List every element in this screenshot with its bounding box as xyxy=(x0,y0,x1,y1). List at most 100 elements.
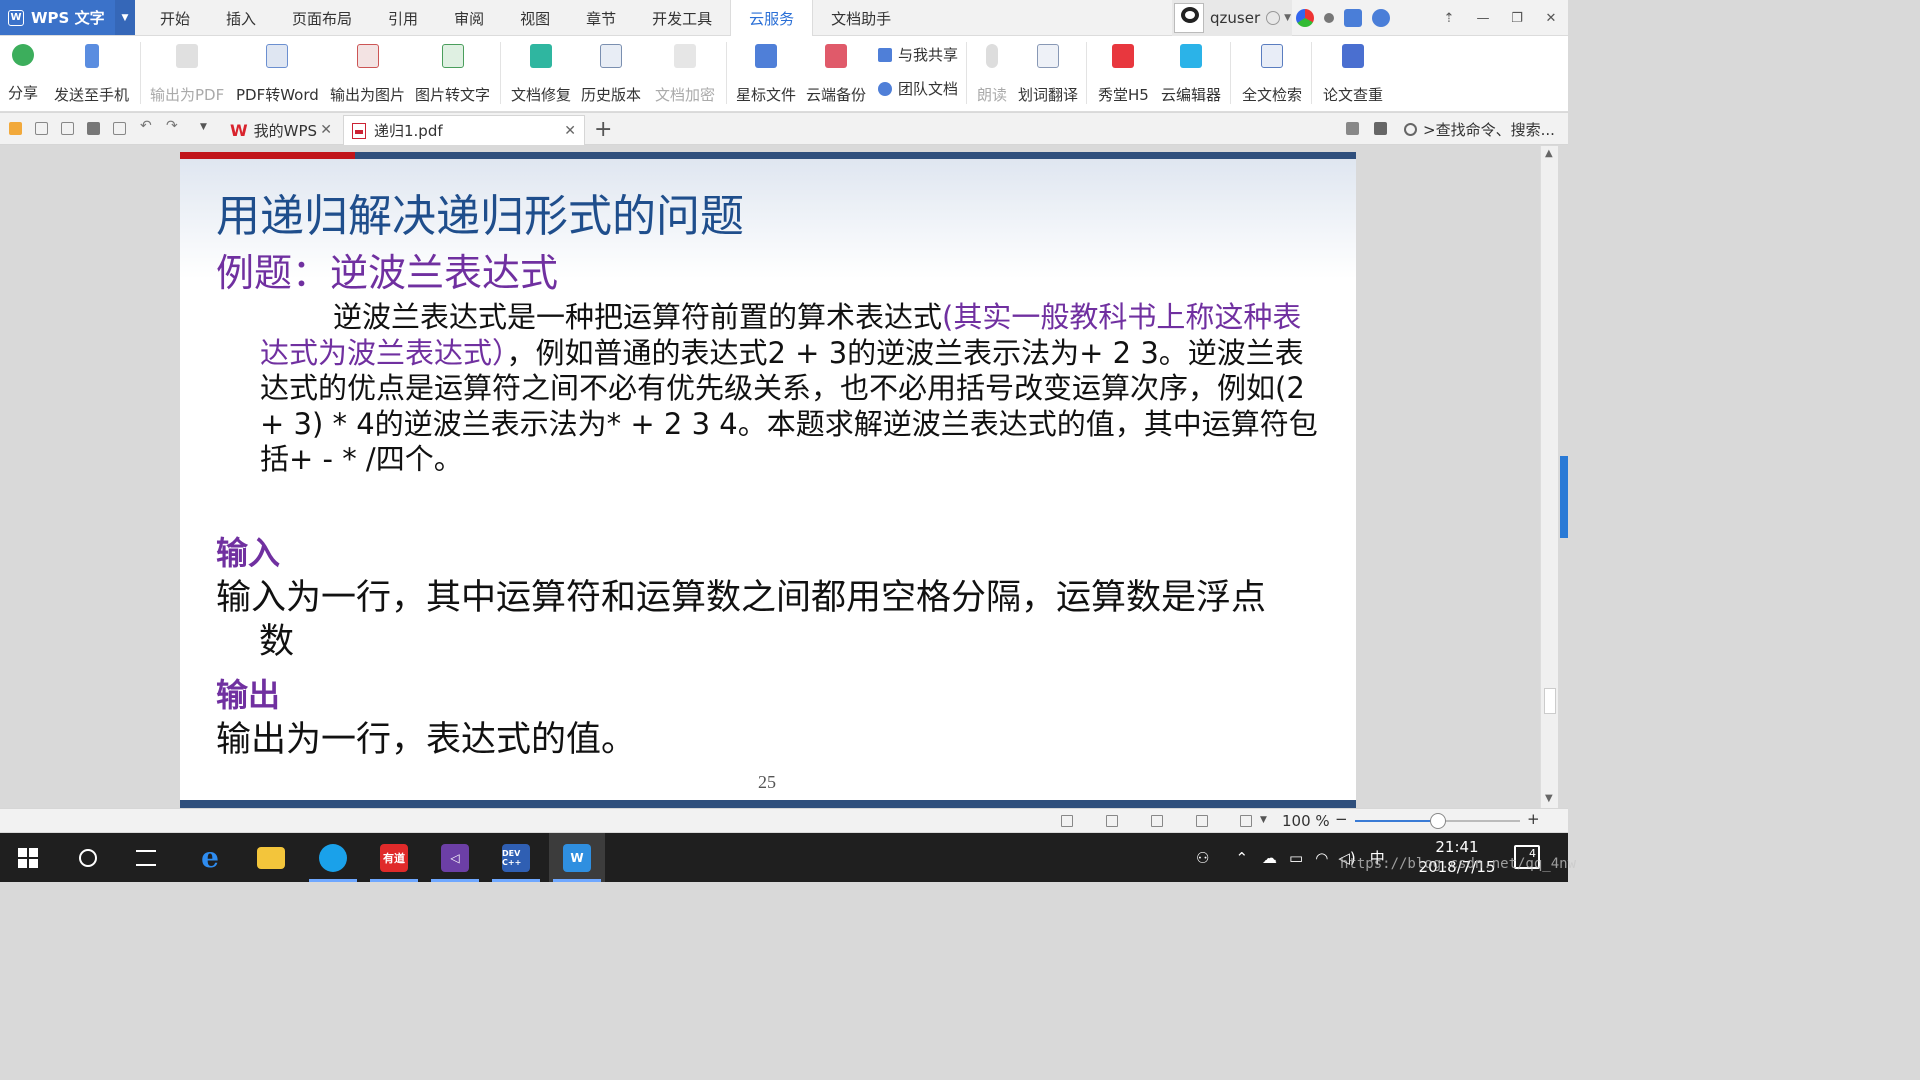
save-icon[interactable] xyxy=(35,122,48,135)
tab-review[interactable]: 审阅 xyxy=(436,0,502,36)
scroll-down-icon[interactable]: ▼ xyxy=(1545,793,1553,804)
edge-button[interactable]: e xyxy=(182,833,238,882)
share-button[interactable]: 分享 xyxy=(8,42,38,106)
open-folder-icon[interactable] xyxy=(9,122,22,135)
command-search[interactable]: >查找命令、搜索... xyxy=(1404,119,1555,140)
message-icon[interactable] xyxy=(1374,122,1387,135)
slide-header-bar xyxy=(355,152,1356,159)
chevron-down-icon[interactable]: ▼ xyxy=(1260,815,1267,825)
slide-subtitle: 例题：逆波兰表达式 xyxy=(216,251,559,295)
chevron-down-icon[interactable]: ▼ xyxy=(115,0,135,35)
restore-icon[interactable]: ❐ xyxy=(1500,0,1534,36)
task-view-button[interactable] xyxy=(118,833,174,882)
input-description: 输入为一行，其中运算符和运算数之间都用空格分隔，运算数是浮点 数 xyxy=(216,576,1306,664)
help-icon[interactable] xyxy=(1372,9,1390,27)
zoom-slider[interactable] xyxy=(1355,813,1520,829)
view-mode-icon[interactable] xyxy=(1240,815,1252,827)
wps-app-menu-button[interactable]: W WPS 文字 ▼ xyxy=(0,0,135,35)
tab-insert[interactable]: 插入 xyxy=(208,0,274,36)
windows-taskbar: e 有道 ◁ DEV C++ W ⚇ ⌃ ☁ ▭ ◠ ◁) 中 21:41 20… xyxy=(0,833,1568,882)
single-page-icon[interactable] xyxy=(1106,815,1118,827)
redo-icon[interactable]: ↷ xyxy=(166,118,178,134)
youdao-button[interactable]: 有道 xyxy=(366,833,422,882)
share-with-me-button[interactable]: 与我共享 xyxy=(878,44,958,65)
settings-icon[interactable] xyxy=(1324,13,1334,23)
wifi-icon[interactable]: ◠ xyxy=(1315,849,1328,867)
avatar[interactable] xyxy=(1174,3,1204,33)
pdf-file-icon xyxy=(352,122,366,139)
onedrive-icon[interactable]: ☁ xyxy=(1262,849,1277,867)
zoom-out-button[interactable]: − xyxy=(1335,810,1348,828)
export-pdf-button[interactable]: 输出为PDF xyxy=(150,42,224,106)
doc-repair-button[interactable]: 文档修复 xyxy=(511,42,571,106)
dev-cpp-button[interactable]: DEV C++ xyxy=(488,833,544,882)
tab-my-wps[interactable]: W 我的WPS ✕ xyxy=(222,115,340,145)
tab-sections[interactable]: 章节 xyxy=(568,0,634,36)
fit-page-icon[interactable] xyxy=(1061,815,1073,827)
feedback-icon[interactable] xyxy=(1344,9,1362,27)
shared-icon xyxy=(878,47,892,62)
chevron-down-icon[interactable]: ▼ xyxy=(1284,13,1291,23)
two-page-icon[interactable] xyxy=(1196,815,1208,827)
tab-view[interactable]: 视图 xyxy=(502,0,568,36)
star-files-button[interactable]: 星标文件 xyxy=(736,42,796,106)
print-icon[interactable] xyxy=(87,122,100,135)
fulltext-search-label: 全文检索 xyxy=(1242,86,1303,104)
window-mode-icon[interactable] xyxy=(1346,122,1359,135)
print-preview-icon[interactable] xyxy=(113,122,126,135)
word-translate-button[interactable]: 划词翻译 xyxy=(1018,42,1078,106)
battery-icon[interactable]: ▭ xyxy=(1289,849,1303,867)
doc-encrypt-button[interactable]: 文档加密 xyxy=(655,42,715,106)
qq-browser-button[interactable] xyxy=(305,833,361,882)
team-docs-button[interactable]: 团队文档 xyxy=(878,78,958,99)
send-to-phone-button[interactable]: 发送至手机 xyxy=(54,42,129,106)
cloud-backup-button[interactable]: 云端备份 xyxy=(806,42,866,106)
tab-doc-assistant[interactable]: 文档助手 xyxy=(813,0,909,36)
tab-start[interactable]: 开始 xyxy=(142,0,208,36)
user-account[interactable]: qzuser ▼ xyxy=(1172,0,1292,36)
minimize-icon[interactable]: — xyxy=(1466,0,1500,36)
new-tab-icon[interactable]: + xyxy=(594,117,612,142)
history-button[interactable]: 历史版本 xyxy=(581,42,641,106)
tab-recursion-pdf[interactable]: 递归1.pdf ✕ xyxy=(343,115,585,145)
cortana-button[interactable] xyxy=(60,833,116,882)
pdf-to-word-button[interactable]: PDF转Word xyxy=(236,42,319,106)
tab-page-layout[interactable]: 页面布局 xyxy=(274,0,370,36)
skin-icon[interactable] xyxy=(1296,9,1314,27)
chevron-up-icon[interactable]: ⌃ xyxy=(1235,849,1248,867)
fulltext-search-button[interactable]: 全文检索 xyxy=(1242,42,1302,106)
close-icon[interactable]: ✕ xyxy=(1534,0,1568,36)
people-icon[interactable]: ⚇ xyxy=(1196,849,1209,867)
visual-studio-button[interactable]: ◁ xyxy=(427,833,483,882)
image-to-text-button[interactable]: 图片转文字 xyxy=(415,42,490,106)
chevron-down-icon[interactable]: ▼ xyxy=(200,122,207,132)
tab-developer[interactable]: 开发工具 xyxy=(634,0,730,36)
scroll-up-icon[interactable]: ▲ xyxy=(1545,148,1553,159)
export-icon[interactable] xyxy=(61,122,74,135)
paper-check-button[interactable]: 论文查重 xyxy=(1323,42,1383,106)
search-doc-icon xyxy=(1261,44,1283,68)
start-button[interactable] xyxy=(0,833,56,882)
read-aloud-button[interactable]: 朗读 xyxy=(977,42,1007,106)
export-image-button[interactable]: 输出为图片 xyxy=(330,42,405,106)
vertical-scrollbar[interactable]: ▲ ▼ xyxy=(1540,146,1558,808)
tab-cloud-services[interactable]: 云服务 xyxy=(730,0,814,37)
continuous-page-icon[interactable] xyxy=(1151,815,1163,827)
wps-taskbar-button[interactable]: W xyxy=(549,833,605,882)
vip-icon[interactable] xyxy=(1266,11,1281,25)
zoom-in-button[interactable]: + xyxy=(1527,810,1540,828)
file-explorer-button[interactable] xyxy=(243,833,299,882)
cloud-editor-button[interactable]: 云编辑器 xyxy=(1161,42,1221,106)
scrollbar-thumb[interactable] xyxy=(1544,688,1556,714)
undo-icon[interactable]: ↶ xyxy=(140,118,152,134)
collapse-ribbon-icon[interactable]: ⇡ xyxy=(1432,0,1466,36)
ribbon-divider xyxy=(1311,42,1312,104)
close-icon[interactable]: ✕ xyxy=(564,123,576,139)
tab-references[interactable]: 引用 xyxy=(370,0,436,36)
windows-logo-icon xyxy=(18,847,38,868)
team-icon xyxy=(878,81,892,96)
close-icon[interactable]: ✕ xyxy=(320,122,332,138)
h5-button[interactable]: 秀堂H5 xyxy=(1098,42,1149,106)
side-panel-toggle[interactable] xyxy=(1560,456,1568,538)
zoom-slider-knob[interactable] xyxy=(1429,813,1446,829)
